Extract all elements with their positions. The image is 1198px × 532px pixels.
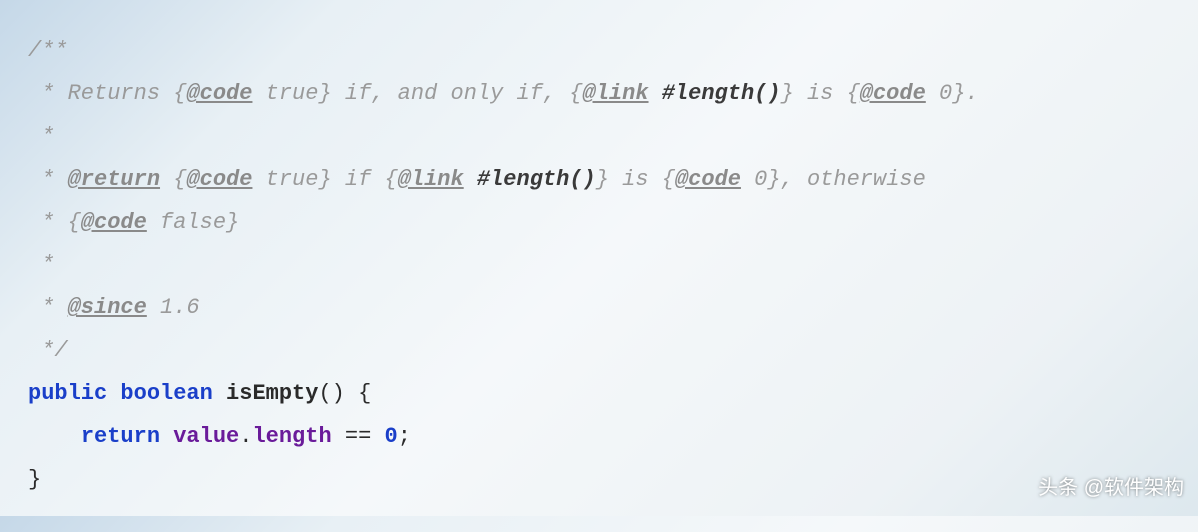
code-tag: @code: [675, 167, 741, 192]
code-tag: @code: [186, 81, 252, 106]
variable-value: value: [173, 424, 239, 449]
literal-zero: 0: [384, 424, 397, 449]
javadoc-line: * @since 1.6: [28, 295, 200, 320]
javadoc-line: * @return {@code true} if {@link #length…: [28, 167, 926, 192]
keyword-public: public: [28, 381, 107, 406]
javadoc-line: * Returns {@code true} if, and only if, …: [28, 81, 979, 106]
keyword-boolean: boolean: [120, 381, 212, 406]
link-target: #length(): [477, 167, 596, 192]
code-tag: @code: [860, 81, 926, 106]
field-length: length: [252, 424, 331, 449]
code-tag: @code: [81, 210, 147, 235]
method-close-brace: }: [28, 467, 41, 492]
watermark-text: 头条 @软件架构: [1038, 469, 1184, 508]
return-statement: return value.length == 0;: [28, 424, 411, 449]
return-tag: @return: [68, 167, 160, 192]
javadoc-open: /**: [28, 38, 68, 63]
keyword-return: return: [81, 424, 160, 449]
code-block: /** * Returns {@code true} if, and only …: [0, 0, 1198, 532]
javadoc-line: *: [28, 252, 54, 277]
link-tag: @link: [398, 167, 464, 192]
since-tag: @since: [68, 295, 147, 320]
javadoc-line: * {@code false}: [28, 210, 239, 235]
method-signature: public boolean isEmpty() {: [28, 381, 371, 406]
link-target: #length(): [662, 81, 781, 106]
code-tag: @code: [186, 167, 252, 192]
method-name: isEmpty: [226, 381, 318, 406]
link-tag: @link: [583, 81, 649, 106]
javadoc-line: *: [28, 124, 54, 149]
javadoc-close: */: [28, 338, 68, 363]
